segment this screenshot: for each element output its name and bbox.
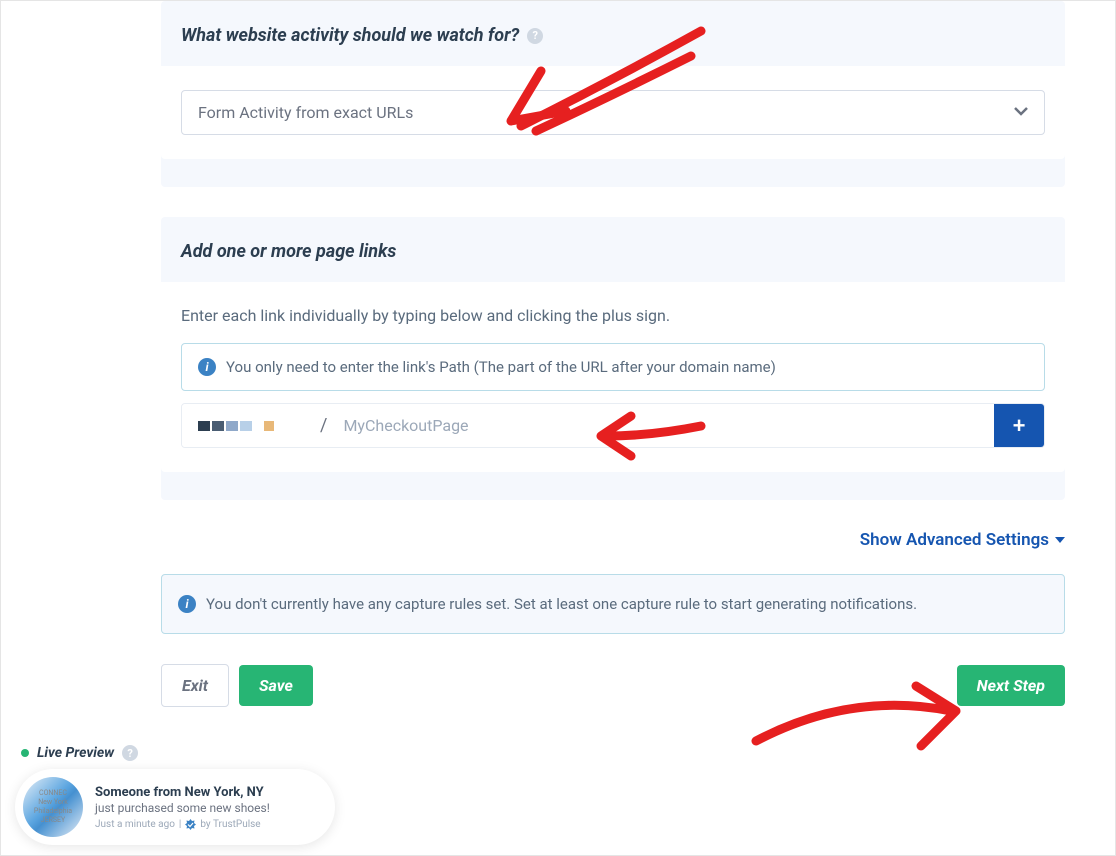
status-dot-icon [21, 749, 29, 757]
url-slash: / [290, 404, 335, 447]
meta-divider: | [179, 819, 181, 830]
show-advanced-settings-link[interactable]: Show Advanced Settings [860, 530, 1065, 550]
preview-content: Someone from New York, NY just purchased… [95, 785, 319, 830]
caret-down-icon [1055, 537, 1065, 543]
save-button[interactable]: Save [239, 665, 313, 706]
no-capture-rules-alert: i You don't currently have any capture r… [161, 574, 1065, 634]
activity-section: What website activity should we watch fo… [161, 1, 1065, 187]
exit-button[interactable]: Exit [161, 664, 229, 707]
links-section: Add one or more page links Enter each li… [161, 217, 1065, 500]
live-preview-label: Live Preview ? [21, 745, 335, 761]
alert-text: You don't currently have any capture rul… [206, 595, 917, 613]
links-info-box: i You only need to enter the link's Path… [181, 343, 1045, 391]
links-instruction: Enter each link individually by typing b… [181, 306, 1045, 325]
url-input-row: / + [181, 403, 1045, 448]
links-section-body: Enter each link individually by typing b… [161, 282, 1065, 472]
links-title-text: Add one or more page links [181, 241, 396, 262]
activity-select-wrapper: Form Activity from exact URLs [181, 90, 1045, 135]
preview-time: Just a minute ago [95, 819, 175, 830]
links-section-title: Add one or more page links [161, 241, 1065, 282]
brand-bars-icon [198, 421, 274, 431]
action-button-row: Exit Save Next Step [161, 664, 1065, 707]
verified-check-icon [185, 819, 196, 830]
help-icon[interactable]: ? [122, 745, 138, 761]
preview-sub: just purchased some new shoes! [95, 801, 319, 815]
domain-prefix [182, 404, 290, 447]
info-icon: i [178, 595, 196, 613]
map-labels: CONNECNew YorkPhiladelphiaJERSEY [34, 789, 72, 825]
preview-meta: Just a minute ago | by TrustPulse [95, 819, 319, 830]
preview-headline: Someone from New York, NY [95, 785, 319, 800]
add-link-button[interactable]: + [994, 404, 1044, 447]
map-thumbnail-icon: CONNECNew YorkPhiladelphiaJERSEY [23, 777, 83, 837]
live-preview-section: Live Preview ? CONNECNew YorkPhiladelphi… [15, 745, 335, 845]
info-icon: i [198, 358, 216, 376]
plus-icon: + [1013, 413, 1026, 439]
url-path-input[interactable] [335, 404, 994, 447]
activity-section-body: Form Activity from exact URLs [161, 66, 1065, 159]
next-step-button[interactable]: Next Step [957, 665, 1065, 706]
preview-notification-card: CONNECNew YorkPhiladelphiaJERSEY Someone… [15, 769, 335, 845]
live-preview-text: Live Preview [37, 745, 114, 761]
help-icon[interactable]: ? [527, 28, 543, 44]
preview-by: by TrustPulse [200, 819, 260, 830]
advanced-link-label: Show Advanced Settings [860, 530, 1049, 550]
activity-section-title: What website activity should we watch fo… [161, 25, 1065, 66]
advanced-settings-row: Show Advanced Settings [161, 530, 1065, 550]
activity-title-text: What website activity should we watch fo… [181, 25, 519, 46]
links-info-text: You only need to enter the link's Path (… [226, 358, 776, 376]
activity-select[interactable]: Form Activity from exact URLs [181, 90, 1045, 135]
